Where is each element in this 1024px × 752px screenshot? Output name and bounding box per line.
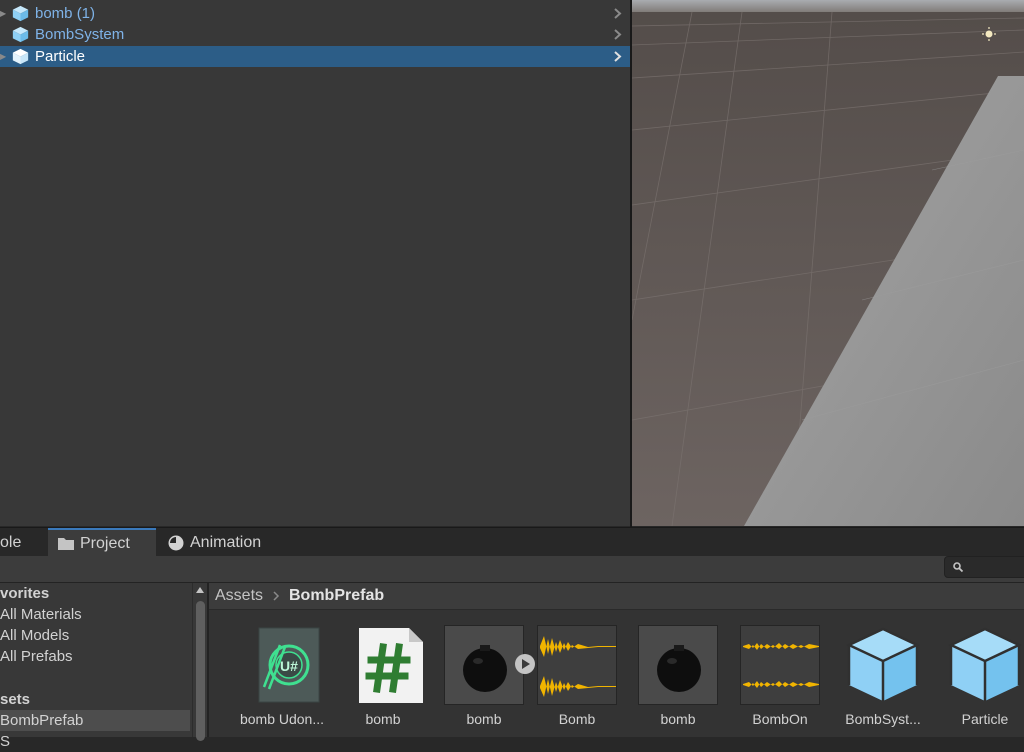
- tree-scrollbar[interactable]: [192, 583, 208, 741]
- csharp-script-icon: [359, 628, 423, 703]
- chevron-right-icon: [273, 591, 280, 601]
- scene-view[interactable]: [632, 0, 1024, 526]
- favorite-all-materials[interactable]: All Materials: [0, 604, 82, 625]
- prefab-cube-icon: [12, 5, 29, 22]
- hierarchy-item[interactable]: BombSystem: [0, 24, 630, 45]
- tab-project[interactable]: Project: [48, 528, 156, 557]
- asset-label: BombOn: [752, 711, 808, 727]
- asset-item[interactable]: Particle: [928, 625, 1024, 737]
- breadcrumb: Assets BombPrefab: [209, 583, 1024, 610]
- search-icon: [953, 562, 964, 573]
- scrollbar-thumb[interactable]: [196, 601, 205, 741]
- chevron-right-icon[interactable]: [612, 3, 624, 24]
- tab-console[interactable]: ole: [0, 528, 46, 557]
- favorite-all-prefabs[interactable]: All Prefabs: [0, 646, 73, 667]
- expand-arrow-icon[interactable]: ▶: [0, 46, 8, 67]
- asset-label: BombSyst...: [845, 711, 921, 727]
- udonsharp-asset-icon: U#: [258, 627, 320, 703]
- asset-item[interactable]: BombSyst...: [826, 625, 926, 737]
- asset-browser: Assets BombPrefab U# bomb Udon... bomb b…: [209, 583, 1024, 737]
- hierarchy-panel: ▶ bomb (1) BombSystem ▶ Particle: [0, 0, 630, 526]
- folder-bombprefab[interactable]: BombPrefab: [0, 710, 190, 731]
- breadcrumb-assets[interactable]: Assets: [215, 583, 263, 609]
- asset-item[interactable]: Bomb: [520, 625, 620, 737]
- tab-bar: ole Project Animation: [0, 527, 1024, 557]
- asset-label: bomb Udon...: [239, 711, 325, 727]
- scroll-up-arrow-icon[interactable]: [196, 587, 204, 593]
- clock-icon: [168, 535, 184, 551]
- prefab-cube-icon: [948, 627, 1022, 701]
- bomb-model-icon: [638, 625, 718, 705]
- expand-arrow-icon[interactable]: ▶: [0, 3, 8, 24]
- tab-animation[interactable]: Animation: [160, 528, 280, 557]
- chevron-right-icon[interactable]: [612, 24, 624, 45]
- audio-waveform-icon: [740, 625, 820, 705]
- favorites-header[interactable]: vorites: [0, 583, 49, 604]
- asset-item[interactable]: bomb: [326, 625, 426, 737]
- bomb-model-icon: [444, 625, 524, 705]
- tab-animation-label: Animation: [190, 534, 262, 551]
- project-tree: vorites All Materials All Models All Pre…: [0, 583, 208, 750]
- asset-item[interactable]: bomb: [427, 625, 535, 737]
- breadcrumb-bombprefab[interactable]: BombPrefab: [289, 583, 384, 609]
- svg-text:U#: U#: [280, 658, 298, 674]
- assets-header[interactable]: sets: [0, 689, 30, 710]
- hierarchy-item-label: Particle: [35, 48, 86, 65]
- prefab-cube-icon: [12, 48, 29, 65]
- favorite-all-models[interactable]: All Models: [0, 625, 69, 646]
- asset-item[interactable]: BombOn: [723, 625, 823, 737]
- folder-item[interactable]: S: [0, 731, 10, 752]
- tab-console-label: ole: [0, 534, 22, 551]
- search-input[interactable]: [944, 556, 1024, 578]
- project-toolbar: [0, 556, 1024, 583]
- asset-label: Particle: [961, 711, 1009, 727]
- bottom-dock: ole Project Animation vorites All Materi…: [0, 527, 1024, 750]
- hierarchy-item-label: BombSystem: [35, 26, 125, 43]
- prefab-cube-icon: [846, 627, 920, 701]
- chevron-right-icon[interactable]: [612, 46, 624, 67]
- prefab-cube-icon: [12, 26, 29, 43]
- tab-project-label: Project: [80, 535, 130, 552]
- hierarchy-item[interactable]: ▶ bomb (1): [0, 3, 630, 24]
- hierarchy-item-label: bomb (1): [35, 5, 96, 22]
- asset-label: Bomb: [558, 711, 596, 727]
- audio-waveform-icon: [537, 625, 617, 705]
- asset-item[interactable]: U# bomb Udon...: [225, 625, 325, 737]
- folder-icon: [58, 538, 74, 550]
- hierarchy-item-selected[interactable]: ▶ Particle: [0, 46, 630, 67]
- asset-label: bomb: [365, 711, 401, 727]
- asset-item[interactable]: bomb: [621, 625, 721, 737]
- asset-label: bomb: [660, 711, 696, 727]
- scene-viewport[interactable]: [632, 0, 1024, 526]
